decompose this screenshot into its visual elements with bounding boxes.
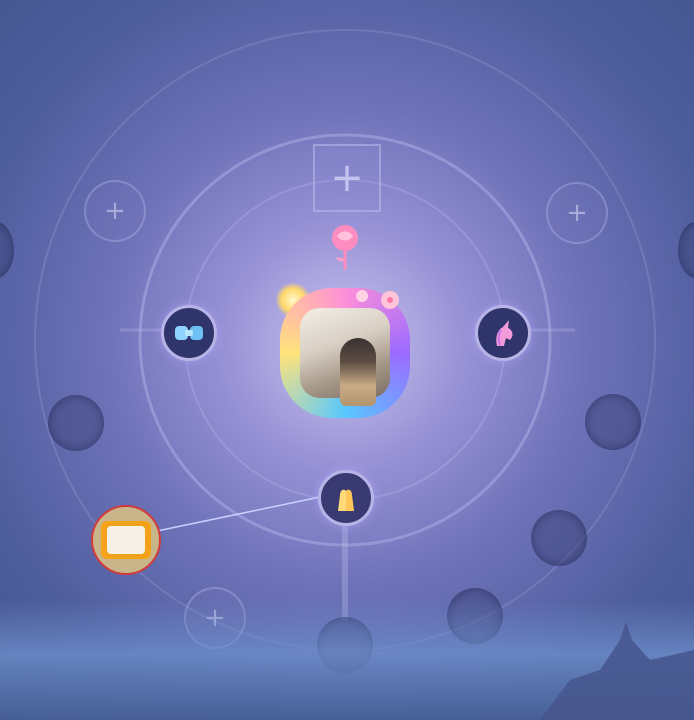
mountain-silhouette [540,622,694,720]
badge-praying-hands[interactable] [318,470,374,526]
orbit-stage: + + + + [0,0,694,720]
empty-slot-lower-right[interactable] [531,510,587,566]
rose-icon [332,225,358,270]
plus-icon: + [330,155,364,201]
flower-icon [356,290,399,309]
add-slot-square[interactable]: + [313,144,381,212]
friend-link-line [156,496,321,532]
add-slot-top-right[interactable]: + [546,182,608,244]
badge-clasped-hands[interactable] [161,305,217,361]
add-slot-top-left[interactable]: + [84,180,146,242]
plus-icon: + [566,198,588,228]
empty-slot-right[interactable] [585,394,641,450]
plus-icon: + [104,196,126,226]
badge-unicorn[interactable] [475,305,531,361]
unicorn-icon [496,320,513,346]
friend-avatar-food[interactable] [91,505,161,575]
empty-slot-left[interactable] [48,395,104,451]
clasped-hands-icon [175,326,203,340]
center-avatar[interactable] [280,288,410,418]
praying-hands-icon [338,489,354,511]
food-rice [107,526,145,554]
